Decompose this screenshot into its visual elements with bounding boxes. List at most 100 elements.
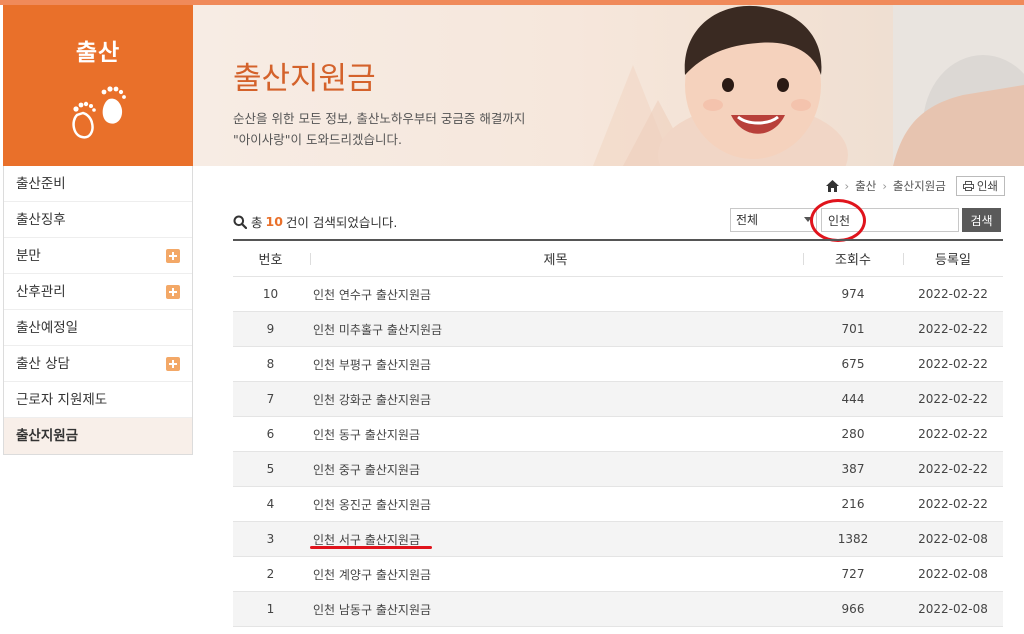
row-title-link[interactable]: 인천 강화군 출산지원금: [313, 393, 431, 407]
row-date: 2022-02-22: [918, 392, 988, 406]
row-title-link[interactable]: 인천 동구 출산지원금: [313, 428, 420, 442]
baby-photo: [593, 5, 1024, 166]
sidebar-nav: 출산준비 출산징후 분만 산후관리 출산예정일 출산 상담 근로자 지원제도 출…: [3, 166, 193, 455]
printer-icon: [962, 181, 974, 191]
table-row[interactable]: 3 인천 서구 출산지원금 1382 2022-02-08: [233, 522, 1003, 557]
table-row[interactable]: 2 인천 계양구 출산지원금 727 2022-02-08: [233, 557, 1003, 592]
row-title-link[interactable]: 인천 연수구 출산지원금: [313, 288, 431, 302]
home-icon[interactable]: [825, 180, 839, 192]
board-table: 번호 제목 조회수 등록일 10 인천 연수구 출산지원금 974 2022-0…: [233, 239, 1003, 627]
table-row[interactable]: 1 인천 남동구 출산지원금 966 2022-02-08: [233, 592, 1003, 627]
row-num: 2: [266, 567, 275, 581]
table-row[interactable]: 4 인천 옹진군 출산지원금 216 2022-02-22: [233, 487, 1003, 522]
row-num: 8: [266, 357, 275, 371]
breadcrumb-level2[interactable]: 출산지원금: [893, 178, 946, 194]
table-row[interactable]: 6 인천 동구 출산지원금 280 2022-02-22: [233, 417, 1003, 452]
row-views: 216: [841, 497, 865, 511]
table-header: 번호 제목 조회수 등록일: [233, 241, 1003, 277]
chevron-right-icon: ›: [844, 179, 850, 193]
sidebar-item-birth-signs[interactable]: 출산징후: [4, 202, 192, 238]
table-row[interactable]: 8 인천 부평구 출산지원금 675 2022-02-22: [233, 347, 1003, 382]
row-num: 5: [266, 462, 275, 476]
result-count-number: 10: [265, 214, 283, 229]
row-date: 2022-02-22: [918, 287, 988, 301]
result-count-prefix: 총: [251, 215, 263, 230]
sidebar-item-birth-prep[interactable]: 출산준비: [4, 166, 192, 202]
sidebar-item-consult[interactable]: 출산 상담: [4, 346, 192, 382]
header-num: 번호: [258, 253, 283, 268]
banner-desc-line1: 순산을 위한 모든 정보, 출산노하우부터 궁금증 해결까지: [233, 111, 526, 126]
search-scope-select[interactable]: 전체: [730, 208, 817, 232]
row-date: 2022-02-22: [918, 322, 988, 336]
chevron-right-icon: ›: [882, 179, 887, 193]
table-row[interactable]: 5 인천 중구 출산지원금 387 2022-02-22: [233, 452, 1003, 487]
sidebar-item-due-date[interactable]: 출산예정일: [4, 310, 192, 346]
column-divider: [803, 253, 804, 265]
row-title-link[interactable]: 인천 부평구 출산지원금: [313, 358, 431, 372]
row-date: 2022-02-08: [918, 567, 988, 581]
row-date: 2022-02-08: [918, 532, 988, 546]
breadcrumb-level1[interactable]: 출산: [855, 178, 876, 194]
sidebar-item-postpartum[interactable]: 산후관리: [4, 274, 192, 310]
sidebar-item-label: 출산 상담: [16, 356, 70, 372]
expand-plus-icon[interactable]: [166, 357, 180, 371]
header-date: 등록일: [935, 253, 971, 268]
row-date: 2022-02-22: [918, 427, 988, 441]
row-date: 2022-02-22: [918, 357, 988, 371]
header-title: 제목: [543, 253, 568, 268]
expand-plus-icon[interactable]: [166, 285, 180, 299]
row-views: 1382: [837, 532, 869, 546]
search-scope-value: 전체: [736, 213, 759, 227]
row-title-link[interactable]: 인천 남동구 출산지원금: [313, 603, 431, 617]
baby-feet-icon: [72, 86, 126, 139]
sidebar-item-worker-support[interactable]: 근로자 지원제도: [4, 382, 192, 418]
row-title-link[interactable]: 인천 중구 출산지원금: [313, 463, 420, 477]
row-views: 727: [841, 567, 865, 581]
search-input[interactable]: [821, 208, 959, 232]
result-count: 총 10 건이 검색되었습니다.: [233, 212, 397, 231]
header-views: 조회수: [835, 253, 871, 268]
search-button[interactable]: 검색: [962, 208, 1001, 232]
row-title-link[interactable]: 인천 계양구 출산지원금: [313, 568, 431, 582]
chevron-down-icon: [804, 217, 812, 222]
sidebar-item-label: 출산징후: [16, 212, 66, 228]
row-date: 2022-02-22: [918, 462, 988, 476]
table-row[interactable]: 9 인천 미추홀구 출산지원금 701 2022-02-22: [233, 312, 1003, 347]
table-row[interactable]: 10 인천 연수구 출산지원금 974 2022-02-22: [233, 277, 1003, 312]
sidebar-item-birth-subsidy[interactable]: 출산지원금: [4, 418, 192, 454]
row-date: 2022-02-08: [918, 602, 988, 616]
column-divider: [310, 253, 311, 265]
row-num: 1: [266, 602, 275, 616]
sidebar-item-label: 분만: [16, 248, 41, 264]
row-views: 974: [841, 287, 865, 301]
row-num: 3: [266, 532, 275, 546]
breadcrumb: › 출산 › 출산지원금 인쇄: [825, 176, 1005, 196]
row-title-link[interactable]: 인천 서구 출산지원금: [313, 533, 420, 547]
sidebar-item-label: 출산지원금: [16, 428, 79, 444]
expand-plus-icon[interactable]: [166, 249, 180, 263]
print-button-label: 인쇄: [976, 179, 998, 193]
row-views: 675: [841, 357, 865, 371]
result-count-suffix: 건이 검색되었습니다.: [285, 215, 398, 230]
row-title-link[interactable]: 인천 옹진군 출산지원금: [313, 498, 431, 512]
highlight-underline: [310, 546, 432, 549]
sidebar-item-label: 산후관리: [16, 284, 66, 300]
row-views: 387: [841, 462, 865, 476]
banner-desc-line2: "아이사랑"이 도와드리겠습니다.: [233, 132, 402, 147]
row-num: 4: [266, 497, 275, 511]
table-row[interactable]: 7 인천 강화군 출산지원금 444 2022-02-22: [233, 382, 1003, 417]
row-num: 7: [266, 392, 275, 406]
row-views: 280: [841, 427, 865, 441]
row-title-link[interactable]: 인천 미추홀구 출산지원금: [313, 323, 442, 337]
row-views: 966: [841, 602, 865, 616]
print-button[interactable]: 인쇄: [955, 176, 1005, 196]
page-title: 출산지원금: [233, 61, 376, 97]
sidebar-item-delivery[interactable]: 분만: [4, 238, 192, 274]
column-divider: [903, 253, 904, 265]
row-num: 6: [266, 427, 275, 441]
banner-description: 순산을 위한 모든 정보, 출산노하우부터 궁금증 해결까지 "아이사랑"이 도…: [233, 108, 525, 150]
row-views: 444: [841, 392, 865, 406]
row-num: 9: [266, 322, 275, 336]
category-block: 출산: [3, 5, 193, 166]
row-num: 10: [262, 287, 279, 301]
